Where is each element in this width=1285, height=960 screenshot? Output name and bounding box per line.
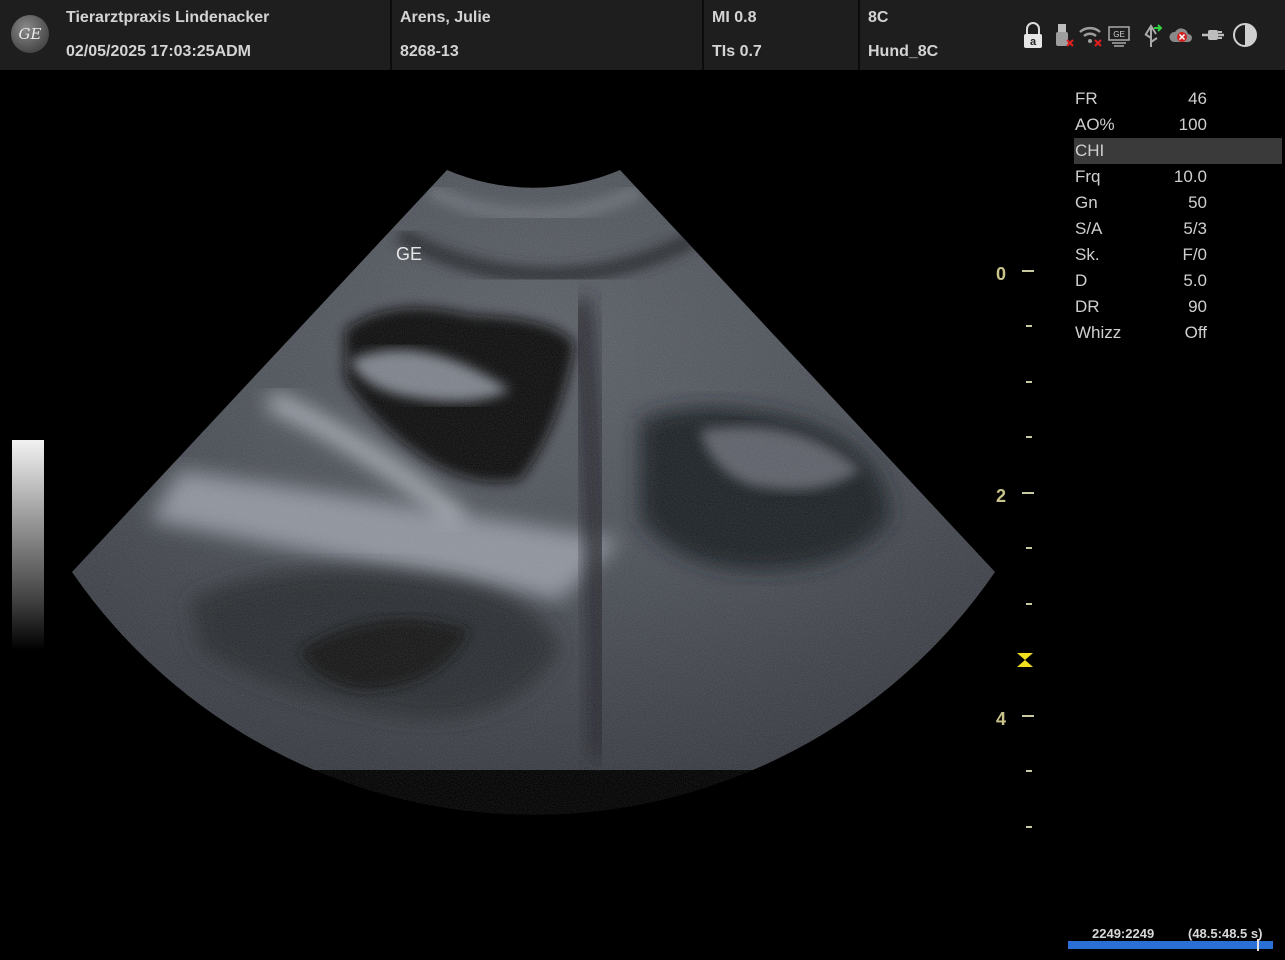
clinic-cell: GE Tierarztpraxis Lindenacker 02/05/2025… bbox=[0, 0, 392, 70]
parameter-panel: FR 46 AO% 100 CHI Frq 10.0 Gn 50 S/A 5/3 Sk. F… bbox=[1074, 86, 1285, 346]
cine-progress bbox=[1068, 941, 1273, 949]
ge-logo-icon: GE bbox=[11, 15, 49, 53]
svg-text:a: a bbox=[1030, 36, 1037, 48]
focus-marker-icon[interactable] bbox=[1016, 652, 1034, 668]
depth-tick bbox=[1026, 770, 1032, 772]
ultrasound-image-area[interactable]: GE 0 2 4 bbox=[0, 70, 1060, 960]
grayscale-bar bbox=[12, 440, 44, 650]
param-gn: Gn 50 bbox=[1075, 193, 1207, 212]
thermal-index: TIs 0.7 bbox=[712, 43, 762, 60]
param-mode-chi: CHI bbox=[1074, 138, 1282, 164]
depth-tick bbox=[1022, 270, 1034, 272]
depth-tick bbox=[1022, 715, 1034, 717]
depth-tick bbox=[1026, 436, 1032, 438]
depth-tick bbox=[1026, 325, 1032, 327]
depth-tick bbox=[1026, 603, 1032, 605]
usb-icon bbox=[1056, 24, 1074, 47]
param-whizz: Whizz Off bbox=[1075, 323, 1207, 342]
patient-id: 8268-13 bbox=[400, 43, 459, 60]
patient-cell[interactable]: Arens, Julie 8268-13 bbox=[392, 0, 704, 70]
exam-datetime: 02/05/2025 17:03:25ADM bbox=[66, 43, 252, 60]
wifi-icon bbox=[1079, 27, 1102, 47]
param-d: D 5.0 bbox=[1075, 271, 1207, 290]
param-sk: Sk. F/0 bbox=[1075, 245, 1207, 264]
depth-tick bbox=[1026, 826, 1032, 828]
param-ao: AO% 100 bbox=[1075, 115, 1207, 134]
depth-tick bbox=[1026, 381, 1032, 383]
svg-text:GE: GE bbox=[1113, 30, 1125, 39]
lock-icon[interactable]: a bbox=[1020, 20, 1046, 50]
depth-label: 2 bbox=[996, 486, 1007, 506]
cine-frame-counter: 2249:2249 bbox=[1092, 926, 1155, 941]
param-sa: S/A 5/3 bbox=[1075, 219, 1207, 238]
clinic-name: Tierarztpraxis Lindenacker bbox=[66, 9, 270, 26]
cloud-error-icon bbox=[1169, 28, 1192, 42]
cine-scrollbar[interactable] bbox=[1068, 939, 1273, 951]
depth-label: 0 bbox=[996, 264, 1007, 284]
probe-orientation-label: GE bbox=[396, 244, 423, 264]
mechanical-index: MI 0.8 bbox=[712, 9, 757, 26]
usb-transfer-icon bbox=[1144, 24, 1163, 47]
patient-name: Arens, Julie bbox=[400, 9, 491, 26]
ultrasound-sector[interactable] bbox=[0, 70, 1060, 960]
param-dr: DR 90 bbox=[1075, 297, 1207, 316]
cine-time-counter: (48.5:48.5 s) bbox=[1188, 926, 1263, 941]
cine-cursor[interactable] bbox=[1257, 939, 1259, 951]
depth-tick bbox=[1026, 547, 1032, 549]
power-plug-icon bbox=[1202, 30, 1224, 40]
probe-name[interactable]: 8C bbox=[868, 9, 888, 27]
header-bar: GE Tierarztpraxis Lindenacker 02/05/2025… bbox=[0, 0, 1285, 70]
network-icon: GE bbox=[1108, 26, 1130, 47]
depth-label: 4 bbox=[996, 709, 1007, 729]
param-frq: Frq 10.0 bbox=[1075, 167, 1207, 186]
cine-bar[interactable]: 2249:2249 (48.5:48.5 s) bbox=[1068, 924, 1273, 951]
depth-tick bbox=[1022, 492, 1034, 494]
param-fr: FR 46 bbox=[1075, 89, 1207, 108]
output-index-cell: MI 0.8 TIs 0.7 bbox=[704, 0, 860, 70]
preset-name[interactable]: Hund_8C bbox=[868, 43, 938, 61]
brightness-icon[interactable] bbox=[1232, 20, 1258, 50]
